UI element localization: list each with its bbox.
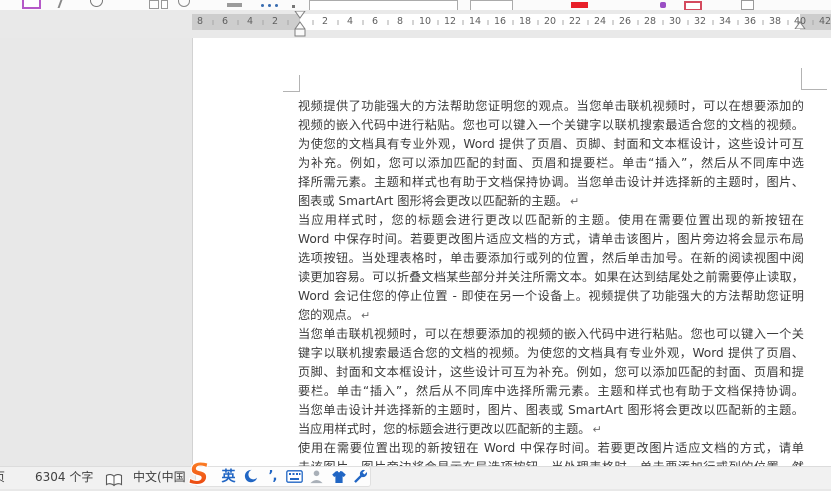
ruler-number: 22 xyxy=(568,16,582,27)
ruler-number: 8 xyxy=(196,16,204,27)
format-tool-icon[interactable] xyxy=(22,0,41,9)
ruler-number: 10 xyxy=(418,16,432,27)
ruler-number: 6 xyxy=(221,16,229,27)
document-line[interactable]: 读更加容易。可以折叠文档某些部分并关注所需文本。如果在达到结尾处之前需要停止读取… xyxy=(298,268,804,287)
status-bar: 页 6304 个字 中文(中国 xyxy=(0,466,831,489)
table-tool-icon[interactable] xyxy=(227,3,242,7)
ime-soft-keyboard-icon[interactable] xyxy=(286,469,303,485)
paragraph-mark-icon: ↵ xyxy=(360,309,371,322)
document-line[interactable]: Word 会记住您的停止位置 - 即使在另一个设备上。视频提供了功能强大的方法帮… xyxy=(298,287,804,306)
left-indent-marker[interactable] xyxy=(294,29,306,37)
horizontal-ruler[interactable]: 8 6 4 2 2 4 6 8 10 12 14 16 18 20 22 24 … xyxy=(0,10,831,38)
document-line[interactable]: 当您单击设计并选择新的主题时，图片、图表或 SmartArt 图形将会更改以匹配… xyxy=(298,401,804,420)
document-line[interactable]: 您的观点。 ↵ xyxy=(298,306,804,325)
undo-arc-icon[interactable] xyxy=(90,0,103,7)
document-line[interactable]: 视频的嵌入代码中进行粘贴。您也可以键入一个关键字以联机搜索最适合您的文档的视频。 xyxy=(298,116,804,135)
ime-skin-tshirt-icon[interactable] xyxy=(330,469,347,485)
ruler-number: 6 xyxy=(371,16,379,27)
ruler-number: 12 xyxy=(443,16,457,27)
font-color-button[interactable] xyxy=(571,2,588,8)
circle-tool-icon[interactable] xyxy=(178,0,190,7)
document-line[interactable]: Word 中保存时间。若要更改图片适应文档的方式，请单击该图片，图片旁边将会显示… xyxy=(298,230,804,249)
document-text-area[interactable]: 视频提供了功能强大的方法帮助您证明您的观点。当您单击联机视频时，可以在想要添加的… xyxy=(298,97,804,477)
word-processor-window: { "document": { "pilcrow": "↵", "lines":… xyxy=(0,0,831,489)
document-line[interactable]: 使用在需要位置出现的新按钮在 Word 中保存时间。若要更改图片适应文档的方式，… xyxy=(298,439,804,458)
document-line[interactable]: 当应用样式时，您的标题会进行更改以匹配新的主题。 ↵ xyxy=(298,420,804,439)
document-line[interactable]: 为补充。例如，您可以添加匹配的封面、页眉和提要栏。单击“插入”，然后从不同库中选 xyxy=(298,154,804,173)
ime-toolbox-wrench-icon[interactable] xyxy=(352,469,369,485)
crop-mark-top-right xyxy=(801,68,802,90)
ruler-number: 38 xyxy=(768,16,782,27)
shape-tool-icon[interactable] xyxy=(149,0,159,9)
ruler-number: 20 xyxy=(543,16,557,27)
document-line[interactable]: 当您单击联机视频时，可以在想要添加的视频的嵌入代码中进行粘贴。您也可以键入一个关 xyxy=(298,325,804,344)
highlight-color-button[interactable] xyxy=(660,2,666,8)
document-line[interactable]: 为使您的文档具有专业外观，Word 提供了页眉、页脚、封面和文本框设计，这些设计… xyxy=(298,135,804,154)
ime-fullwidth-moon-icon[interactable] xyxy=(242,469,259,485)
ruler-number: 28 xyxy=(643,16,657,27)
ruler-number: 16 xyxy=(493,16,507,27)
document-line[interactable]: 要栏。单击“插入”，然后从不同库中选择所需元素。主题和样式也有助于文档保持协调。 xyxy=(298,382,804,401)
sogou-ime-logo[interactable]: S xyxy=(181,459,217,489)
ime-mode-english[interactable]: 英 xyxy=(220,469,237,485)
document-line[interactable]: 当应用样式时，您的标题会进行更改以匹配新的主题。使用在需要位置出现的新按钮在 xyxy=(298,211,804,230)
ruler-number: 30 xyxy=(668,16,682,27)
ruler-number: 34 xyxy=(718,16,732,27)
paragraph-mark-button[interactable] xyxy=(741,0,754,10)
page-number-indicator[interactable]: 页 xyxy=(0,467,5,488)
paragraph-mark-icon: ↵ xyxy=(569,195,580,208)
pinyin-guide-icon[interactable] xyxy=(261,4,264,7)
crop-mark-top-left xyxy=(299,75,300,92)
shape-tool-icon-2[interactable] xyxy=(161,0,168,9)
document-line[interactable]: 图表或 SmartArt 图形将会更改以匹配新的主题。 ↵ xyxy=(298,192,804,211)
ribbon-toolbar-cutoff xyxy=(0,0,831,10)
text-effect-button[interactable] xyxy=(684,1,702,10)
document-line[interactable]: 页脚、封面和文本框设计，这些设计可互为补充。例如，您可以添加匹配的封面、页眉和提 xyxy=(298,363,804,382)
word-count-indicator[interactable]: 6304 个字 xyxy=(35,467,93,488)
ruler-ticks xyxy=(192,20,831,25)
svg-text:S: S xyxy=(189,459,210,489)
paragraph-mark-icon: ↵ xyxy=(592,423,602,436)
document-line[interactable]: 选项按钮。当处理表格时，单击要添加行或列的位置，然后单击加号。在新的阅读视图中阅 xyxy=(298,249,804,268)
ime-account-icon[interactable] xyxy=(308,469,325,485)
ruler-number: 8 xyxy=(396,16,404,27)
hanging-indent-marker[interactable] xyxy=(294,21,306,29)
ruler-number: 24 xyxy=(593,16,607,27)
right-indent-marker[interactable] xyxy=(794,21,806,29)
ruler-number: 2 xyxy=(271,16,279,27)
ruler-number: 36 xyxy=(743,16,757,27)
first-line-indent-marker[interactable] xyxy=(294,11,306,19)
ruler-number: 26 xyxy=(618,16,632,27)
ime-toolbar: 英 ’, xyxy=(195,466,371,487)
slash-tool-icon[interactable] xyxy=(57,0,63,8)
font-size-combobox[interactable] xyxy=(470,0,513,10)
crop-mark-top-right xyxy=(801,89,827,90)
font-name-combobox[interactable] xyxy=(309,0,458,10)
ruler-number: 42 xyxy=(818,16,831,27)
tiny-mark-icon xyxy=(292,5,295,8)
document-line[interactable]: 择所需元素。主题和样式也有助于文档保持协调。当您单击设计并选择新的主题时，图片、 xyxy=(298,173,804,192)
language-indicator[interactable]: 中文(中国 xyxy=(133,467,186,488)
ime-punctuation-icon[interactable]: ’, xyxy=(264,469,281,485)
document-line[interactable]: 视频提供了功能强大的方法帮助您证明您的观点。当您单击联机视频时，可以在想要添加的 xyxy=(298,97,804,116)
ruler-number: 18 xyxy=(518,16,532,27)
document-line[interactable]: 键字以联机搜索最适合您的文档的视频。为使您的文档具有专业外观，Word 提供了页… xyxy=(298,344,804,363)
crop-mark-top-left xyxy=(283,91,300,92)
ruler-number: 4 xyxy=(346,16,354,27)
ruler-number: 32 xyxy=(693,16,707,27)
ruler-number: 2 xyxy=(321,16,329,27)
ruler-number: 14 xyxy=(468,16,482,27)
ruler-number: 4 xyxy=(246,16,254,27)
